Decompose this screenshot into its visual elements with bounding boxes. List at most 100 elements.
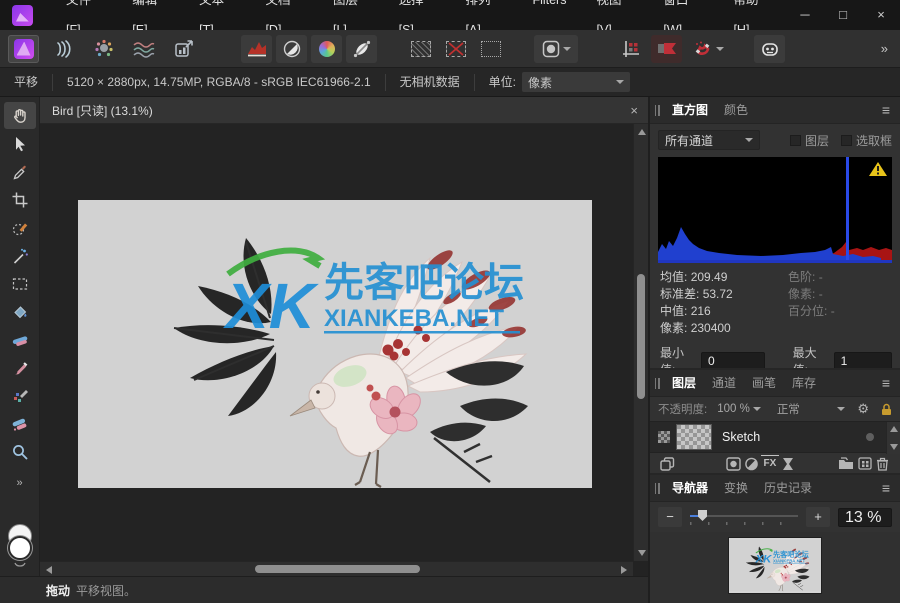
layer-name[interactable]: Sketch xyxy=(722,430,760,444)
paint-brush-tool[interactable] xyxy=(4,354,36,381)
document-view[interactable] xyxy=(78,200,592,488)
maximize-button[interactable]: □ xyxy=(824,0,862,30)
chevron-down-icon[interactable] xyxy=(837,407,845,411)
auto-white-balance-button[interactable] xyxy=(346,35,377,63)
marquee-checkbox[interactable] xyxy=(841,135,852,146)
tab-layers[interactable]: 图层 xyxy=(664,370,704,397)
panel-menu-icon[interactable]: ≡ xyxy=(882,480,890,496)
horizontal-scroll-thumb[interactable] xyxy=(255,565,420,573)
selection-brush-tool[interactable] xyxy=(4,214,36,241)
document-tab[interactable]: Bird [只读] (13.1%) xyxy=(52,102,153,119)
more-tools-button[interactable]: » xyxy=(16,477,22,489)
magnet-icon xyxy=(693,39,713,59)
panel-grip-icon[interactable] xyxy=(650,483,664,494)
duplicate-layer-icon[interactable] xyxy=(658,455,676,473)
export-persona-button[interactable] xyxy=(168,35,199,63)
layer-visibility-icon[interactable] xyxy=(658,431,670,443)
assistant-button[interactable] xyxy=(754,35,785,63)
view-pan-tool[interactable] xyxy=(4,102,36,129)
new-layer-icon[interactable] xyxy=(856,455,874,473)
panel-menu-icon[interactable]: ≡ xyxy=(882,375,890,391)
layer-checkbox[interactable] xyxy=(790,135,801,146)
lock-icon[interactable] xyxy=(881,403,892,416)
vertical-scroll-thumb[interactable] xyxy=(637,274,645,399)
fill-colour-swatch[interactable] xyxy=(8,536,32,560)
vignette-mode-button[interactable] xyxy=(534,35,578,63)
pixel-tool[interactable] xyxy=(4,382,36,409)
layer-row-sketch[interactable]: Sketch xyxy=(650,421,900,453)
zoom-slider-handle[interactable] xyxy=(698,510,707,521)
navigator-thumbnail[interactable] xyxy=(729,538,821,593)
develop-persona-button[interactable] xyxy=(88,35,119,63)
colour-picker-tool[interactable] xyxy=(4,158,36,185)
snapping-toggle-button[interactable] xyxy=(686,35,730,63)
selection-dotted-button[interactable] xyxy=(475,35,506,63)
layers-scrollbar[interactable] xyxy=(886,422,900,454)
scroll-down-icon[interactable] xyxy=(890,444,898,450)
zoom-tool[interactable] xyxy=(4,438,36,465)
tab-channels[interactable]: 通道 xyxy=(704,370,744,397)
toolbar-overflow-button[interactable]: » xyxy=(881,41,888,56)
scroll-left-icon[interactable] xyxy=(46,566,52,574)
layers-tabbar: 图层 通道 画笔 库存 ≡ xyxy=(650,370,900,397)
gradient-tool[interactable] xyxy=(4,326,36,353)
selection-hatch-button[interactable] xyxy=(405,35,436,63)
tone-mapping-persona-button[interactable] xyxy=(128,35,159,63)
zoom-value-field[interactable]: 13 % xyxy=(838,508,892,527)
flood-select-tool[interactable] xyxy=(4,242,36,269)
tab-colour[interactable]: 颜色 xyxy=(716,97,756,124)
guides-manager-button[interactable] xyxy=(616,35,647,63)
scroll-up-icon[interactable] xyxy=(638,129,646,135)
marquee-select-tool[interactable] xyxy=(4,270,36,297)
zoom-out-button[interactable]: − xyxy=(658,507,682,527)
layer-state-dot[interactable] xyxy=(866,433,874,441)
chevron-down-icon[interactable] xyxy=(753,407,761,411)
swap-colours-icon[interactable] xyxy=(13,562,27,570)
auto-levels-button[interactable] xyxy=(241,35,272,63)
mask-layer-icon[interactable] xyxy=(724,455,742,473)
close-button[interactable]: × xyxy=(862,0,900,30)
zoom-in-button[interactable]: + xyxy=(806,507,830,527)
smudge-tool[interactable] xyxy=(4,410,36,437)
flood-fill-tool[interactable] xyxy=(4,298,36,325)
vertical-scrollbar[interactable] xyxy=(633,124,648,561)
horizontal-scrollbar[interactable] xyxy=(40,561,633,576)
scroll-down-icon[interactable] xyxy=(638,550,646,556)
tab-transform[interactable]: 变换 xyxy=(716,475,756,502)
liquify-persona-button[interactable] xyxy=(48,35,79,63)
adjustment-layer-icon[interactable] xyxy=(743,455,761,473)
move-tool[interactable] xyxy=(4,130,36,157)
channel-dropdown[interactable]: 所有通道 xyxy=(658,130,760,150)
panel-grip-icon[interactable] xyxy=(650,105,664,116)
panel-menu-icon[interactable]: ≡ xyxy=(882,102,890,118)
colour-selector[interactable] xyxy=(8,524,32,570)
auto-contrast-button[interactable] xyxy=(276,35,307,63)
snapping-presets-button[interactable] xyxy=(651,35,682,63)
live-filter-icon[interactable] xyxy=(779,455,797,473)
tab-stock[interactable]: 库存 xyxy=(784,370,824,397)
panel-grip-icon[interactable] xyxy=(650,378,664,389)
auto-colours-button[interactable] xyxy=(311,35,342,63)
group-layers-icon[interactable] xyxy=(837,455,855,473)
canvas-viewport[interactable] xyxy=(40,124,648,576)
crop-tool[interactable] xyxy=(4,186,36,213)
gear-icon[interactable]: ⚙ xyxy=(857,401,869,417)
percentile-value: - xyxy=(831,304,835,318)
opacity-value[interactable]: 100 % xyxy=(717,403,750,415)
minimize-button[interactable]: ─ xyxy=(786,0,824,30)
photo-persona-button[interactable] xyxy=(8,35,39,63)
tab-histogram[interactable]: 直方图 xyxy=(664,97,716,124)
layer-effects-icon[interactable]: FX xyxy=(761,455,779,473)
scroll-right-icon[interactable] xyxy=(621,566,627,574)
blend-mode-value[interactable]: 正常 xyxy=(777,401,800,417)
layer-thumbnail[interactable] xyxy=(676,424,712,450)
deselect-button[interactable] xyxy=(440,35,471,63)
zoom-slider[interactable] xyxy=(690,507,798,527)
document-close-icon[interactable]: × xyxy=(630,103,638,118)
delete-layer-icon[interactable] xyxy=(874,455,892,473)
scroll-up-icon[interactable] xyxy=(890,426,898,432)
tab-navigator[interactable]: 导航器 xyxy=(664,475,716,502)
unit-dropdown[interactable]: 像素 xyxy=(522,72,630,92)
tab-history[interactable]: 历史记录 xyxy=(756,475,820,502)
tab-brushes[interactable]: 画笔 xyxy=(744,370,784,397)
